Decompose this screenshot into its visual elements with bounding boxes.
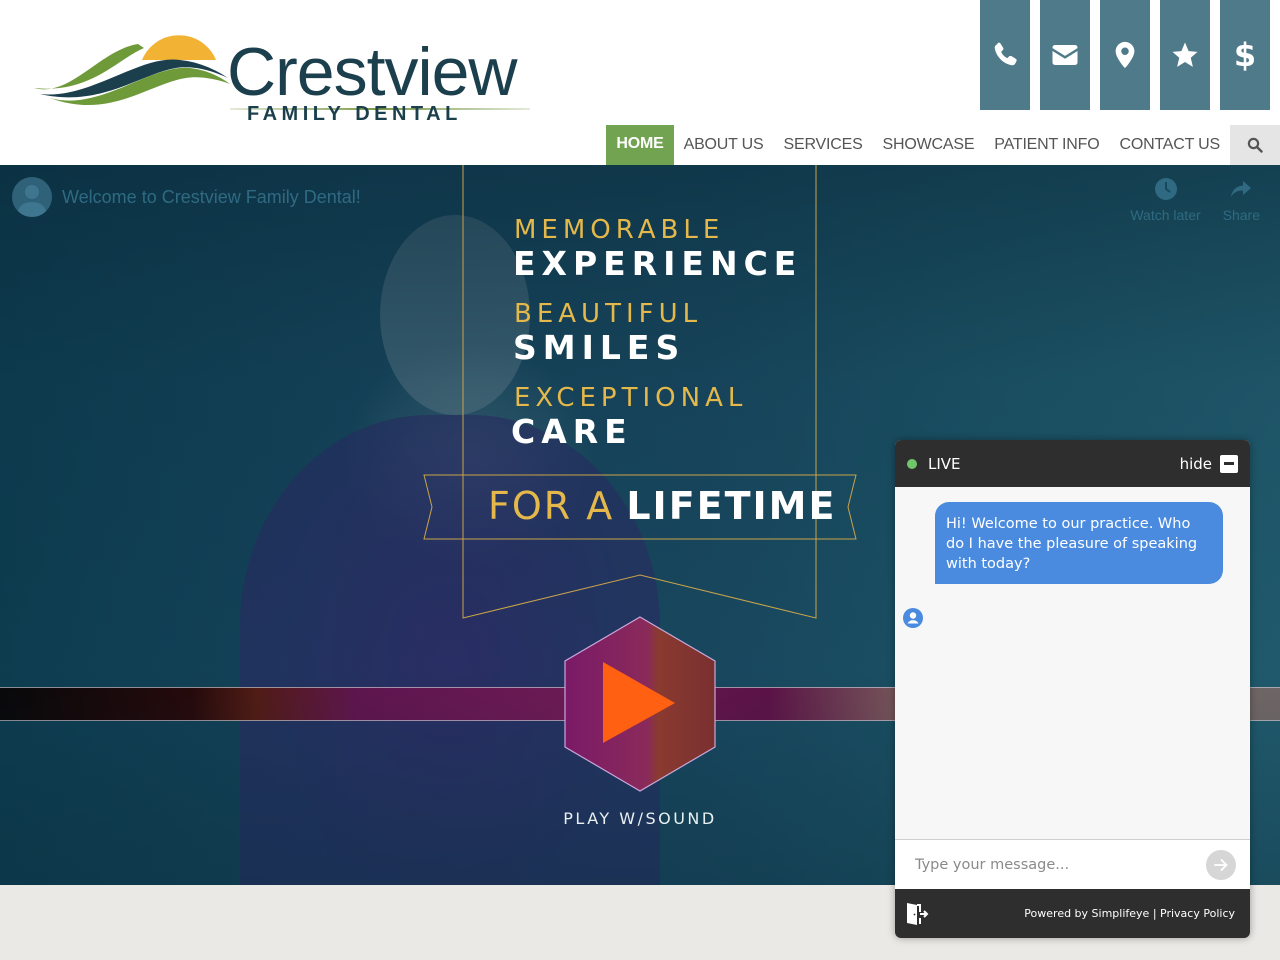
email-icon xyxy=(1052,45,1078,65)
site-header: Crestview FAMILY DENTAL $ HOME ABOUT US … xyxy=(0,0,1280,175)
hide-chat-button[interactable]: hide xyxy=(1179,454,1238,473)
search-icon xyxy=(1247,137,1263,153)
reviews-button[interactable] xyxy=(1160,0,1210,110)
chat-messages: Hi! Welcome to our practice. Who do I ha… xyxy=(895,487,1250,839)
chat-message-input[interactable] xyxy=(915,856,1206,873)
logo-subtitle: FAMILY DENTAL xyxy=(247,103,462,125)
tagline-exceptional: EXCEPTIONAL xyxy=(514,383,748,413)
location-button[interactable] xyxy=(1100,0,1150,110)
tagline-beautiful: BEAUTIFUL xyxy=(514,299,703,329)
play-button[interactable] xyxy=(563,615,717,793)
send-button[interactable] xyxy=(1206,849,1236,880)
tagline-memorable: MEMORABLE xyxy=(514,215,725,245)
nav-about-us[interactable]: ABOUT US xyxy=(674,125,774,165)
dollar-icon: $ xyxy=(1233,36,1257,74)
nav-patient-info[interactable]: PATIENT INFO xyxy=(984,125,1109,165)
live-status-dot xyxy=(907,458,917,469)
chat-message-bubble: Hi! Welcome to our practice. Who do I ha… xyxy=(935,502,1223,584)
powered-by-text: Powered by Simplifeye | Privacy Policy xyxy=(1024,907,1235,920)
chat-input-bar xyxy=(895,839,1250,889)
agent-avatar-icon xyxy=(903,608,923,628)
logo-wordmark: Crestview xyxy=(227,34,517,110)
nav-services[interactable]: SERVICES xyxy=(774,125,873,165)
main-nav: HOME ABOUT US SERVICES SHOWCASE PATIENT … xyxy=(606,125,1280,175)
nav-showcase[interactable]: SHOWCASE xyxy=(873,125,985,165)
email-button[interactable] xyxy=(1040,0,1090,110)
logo[interactable]: Crestview FAMILY DENTAL xyxy=(30,20,540,130)
search-button[interactable] xyxy=(1230,125,1280,165)
nav-contact-us[interactable]: CONTACT US xyxy=(1109,125,1230,165)
arrow-right-icon xyxy=(1214,858,1228,871)
quick-contact-icons: $ xyxy=(980,0,1270,110)
exit-door-icon[interactable] xyxy=(905,901,931,927)
play-with-sound-label[interactable]: PLAY W/SOUND xyxy=(540,809,740,828)
banner-lifetime: LIFETIME xyxy=(626,484,837,528)
payment-button[interactable]: $ xyxy=(1220,0,1270,110)
location-icon xyxy=(1115,41,1135,69)
logo-mark-icon xyxy=(34,35,230,106)
lifetime-banner: FOR A LIFETIME xyxy=(488,487,836,525)
live-status-label: LIVE xyxy=(928,454,961,473)
tagline-experience: EXPERIENCE xyxy=(513,244,803,283)
privacy-policy-link[interactable]: Privacy Policy xyxy=(1160,907,1235,920)
simplifeye-link[interactable]: Powered by Simplifeye xyxy=(1024,907,1149,920)
chat-footer: Powered by Simplifeye | Privacy Policy xyxy=(895,889,1250,938)
tagline-care: CARE xyxy=(511,412,633,451)
minimize-icon xyxy=(1220,454,1238,473)
hide-label: hide xyxy=(1179,454,1212,473)
footer-separator: | xyxy=(1149,907,1161,920)
chat-header: LIVE hide xyxy=(895,440,1250,487)
star-icon xyxy=(1172,42,1198,67)
chat-widget: LIVE hide Hi! Welcome to our practice. W… xyxy=(895,440,1250,938)
banner-for-a: FOR A xyxy=(488,484,615,528)
phone-button[interactable] xyxy=(980,0,1030,110)
phone-icon xyxy=(994,42,1017,66)
tagline-smiles: SMILES xyxy=(513,328,686,367)
